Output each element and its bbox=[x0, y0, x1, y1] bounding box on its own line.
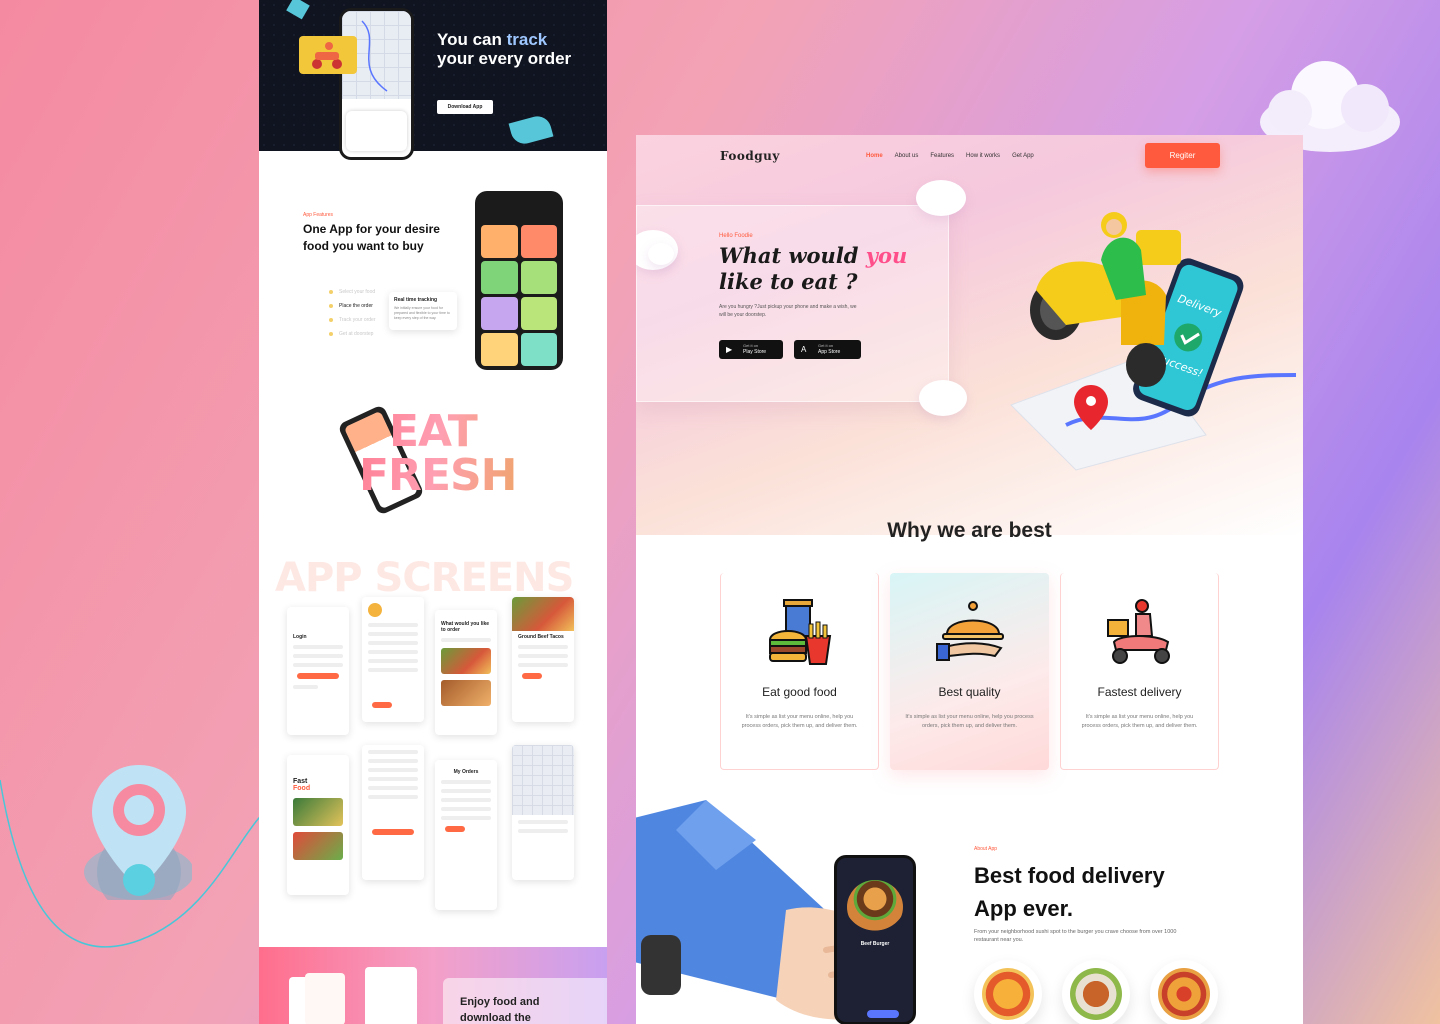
login-screen: Login bbox=[287, 607, 349, 735]
why-best-title: Why we are best bbox=[887, 519, 1052, 542]
nav-features[interactable]: Features bbox=[930, 153, 954, 159]
cloche-icon bbox=[936, 601, 1004, 661]
app-store-icon: A bbox=[801, 345, 807, 354]
step-item: Place the order bbox=[329, 299, 376, 313]
decorative-shape bbox=[508, 113, 554, 147]
feature-card-fastest-delivery: Fastest delivery It's simple as list you… bbox=[1060, 573, 1219, 770]
phone-product-name: Beef Burger bbox=[860, 941, 890, 947]
step-item: Select your food bbox=[329, 285, 376, 299]
dish-pasta bbox=[974, 960, 1042, 1024]
download-text: Enjoy food and download the bbox=[460, 996, 540, 1024]
section-tag: App Features bbox=[303, 212, 334, 218]
eat-fresh-title: EAT FRESH bbox=[359, 406, 517, 501]
tracking-phone-mockup bbox=[339, 8, 414, 160]
feature-description: It's simple as list your menu online, he… bbox=[905, 714, 1034, 729]
cloud-icon bbox=[648, 243, 674, 265]
feature-description: It's simple as list your menu online, he… bbox=[1081, 714, 1198, 729]
order-steps-list: Select your food Place the order Track y… bbox=[329, 285, 376, 341]
map-tracking-screen bbox=[512, 745, 574, 880]
nav-about[interactable]: About us bbox=[895, 153, 919, 159]
nav-how-it-works[interactable]: How it works bbox=[966, 153, 1000, 159]
left-landing-mockup: You can track your every order Download … bbox=[259, 0, 607, 1024]
register-button[interactable]: Regiter bbox=[1145, 143, 1220, 168]
download-app-button[interactable]: Download App bbox=[437, 100, 493, 114]
main-nav: Home About us Features How it works Get … bbox=[866, 153, 1034, 159]
delivery-scooter-icon bbox=[1107, 599, 1170, 664]
realtime-tracking-card: Real time tracking We initially ensure y… bbox=[389, 292, 457, 330]
feature-title: Eat good food bbox=[762, 685, 837, 699]
brand-logo[interactable]: Foodguy bbox=[720, 149, 780, 163]
home-screen: What would you like to order bbox=[435, 610, 497, 735]
features-title: One App for your desire food you want to… bbox=[303, 222, 440, 253]
step-item: Track your order bbox=[329, 313, 376, 327]
fast-food-screen: Fast Food bbox=[287, 755, 349, 895]
profile-menu-screen bbox=[362, 597, 424, 722]
product-detail-screen: Ground Beef Tacos bbox=[512, 597, 574, 722]
dish-kebab bbox=[1062, 960, 1130, 1024]
decorative-shape bbox=[286, 0, 310, 20]
nav-home[interactable]: Home bbox=[866, 153, 883, 159]
fast-food-icon bbox=[768, 599, 832, 665]
step-item: Get at doorstep bbox=[329, 327, 376, 341]
feature-card-eat-good-food: Eat good food It's simple as list your m… bbox=[720, 573, 879, 770]
burger-image bbox=[847, 880, 903, 934]
delivery-scooter-icon bbox=[299, 36, 357, 74]
my-orders-screen: My Orders bbox=[435, 760, 497, 910]
burger-phone-mockup: Beef Burger bbox=[834, 855, 916, 1024]
delivery-illustration: Delivery Success! bbox=[1010, 212, 1297, 471]
play-store-icon: ▶ bbox=[726, 345, 733, 354]
app-store-button[interactable]: A Get it on App Store bbox=[794, 340, 861, 359]
track-order-hero: You can track your every order Download … bbox=[259, 0, 607, 160]
grocery-phone-mockup bbox=[475, 191, 563, 370]
nav-get-app[interactable]: Get App bbox=[1012, 153, 1034, 159]
hero-title: You can track your every order bbox=[437, 30, 572, 68]
cart-screen bbox=[362, 745, 424, 880]
dish-pizza bbox=[1150, 960, 1218, 1024]
about-tag: About App bbox=[974, 846, 998, 852]
feature-card-best-quality: Best quality It's simple as list your me… bbox=[890, 573, 1049, 770]
hero-description: Are you hungry ?Just pickup your phone a… bbox=[719, 304, 857, 318]
app-screens-title: APP SCREENS bbox=[275, 555, 574, 601]
feature-title: Best quality bbox=[938, 685, 1001, 699]
right-landing-mockup: Foodguy Home About us Features How it wo… bbox=[636, 135, 1303, 1024]
feature-description: It's simple as list your menu online, he… bbox=[741, 714, 858, 729]
hero-title: What would you like to eat ? bbox=[719, 243, 908, 294]
location-pin-icon bbox=[84, 765, 192, 900]
play-store-button[interactable]: ▶ Get it on Play Store bbox=[719, 340, 783, 359]
cloud-icon bbox=[916, 180, 966, 216]
about-title: Best food delivery App ever. bbox=[974, 863, 1165, 921]
hero-subtitle: Hello Foodie bbox=[719, 233, 753, 239]
cloud-icon bbox=[919, 380, 967, 416]
feature-title: Fastest delivery bbox=[1097, 685, 1182, 699]
about-description: From your neighborhood sushi spot to the… bbox=[974, 929, 1177, 943]
phone-add-button bbox=[867, 1010, 899, 1018]
